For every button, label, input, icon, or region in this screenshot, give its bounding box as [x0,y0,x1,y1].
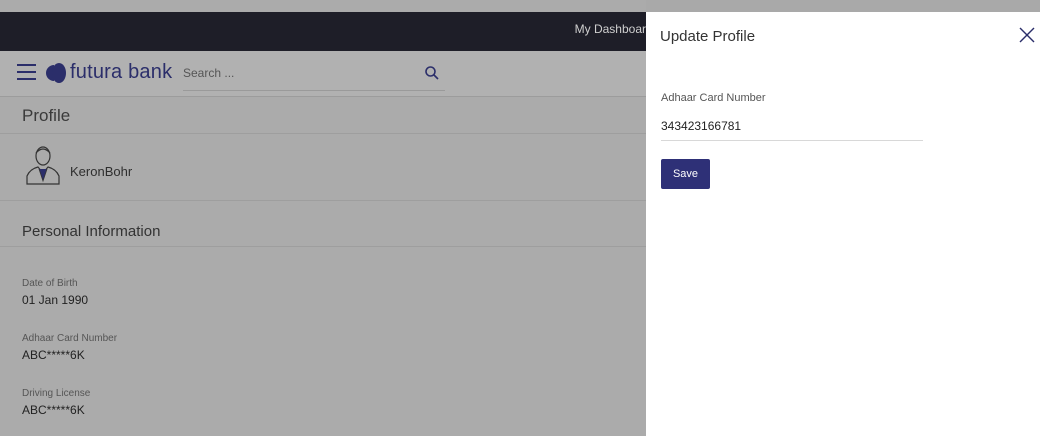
search-icon[interactable] [424,65,440,81]
driving-license-label: Driving License [22,388,91,399]
user-avatar-icon [26,146,60,185]
page-title: Profile [22,106,71,125]
divider [0,246,646,247]
bank-logo[interactable]: futura bank [46,61,172,84]
dob-value: 01 Jan 1990 [22,293,89,307]
top-bar: My Dashboar [0,12,646,51]
driving-license-value: ABC*****6K [22,403,85,417]
adhaar-label: Adhaar Card Number [22,333,118,344]
user-name: KeronBohr [70,164,133,179]
app-header: futura bank Search ... [0,51,646,97]
divider [0,200,646,201]
logo-text: futura bank [70,61,173,83]
section-title: Personal Information [22,223,161,240]
my-dashboard-link[interactable]: My Dashboar [575,22,646,36]
close-icon[interactable] [1018,26,1036,44]
adhaar-number-input[interactable] [661,112,923,141]
divider [0,133,646,134]
panel-title: Update Profile [660,28,756,45]
adhaar-value: ABC*****6K [22,348,85,362]
update-profile-panel: Update Profile Adhaar Card Number Save [646,12,1040,436]
profile-page-background: My Dashboar futura bank Search ... Profi… [0,0,646,436]
dob-label: Date of Birth [22,278,78,289]
save-button[interactable]: Save [661,159,710,189]
search-input[interactable]: Search ... [183,66,234,80]
adhaar-field-label: Adhaar Card Number [661,92,766,104]
futura-logo-icon [46,62,66,83]
hamburger-menu-icon[interactable] [17,64,36,80]
search-box[interactable]: Search ... [183,64,445,91]
